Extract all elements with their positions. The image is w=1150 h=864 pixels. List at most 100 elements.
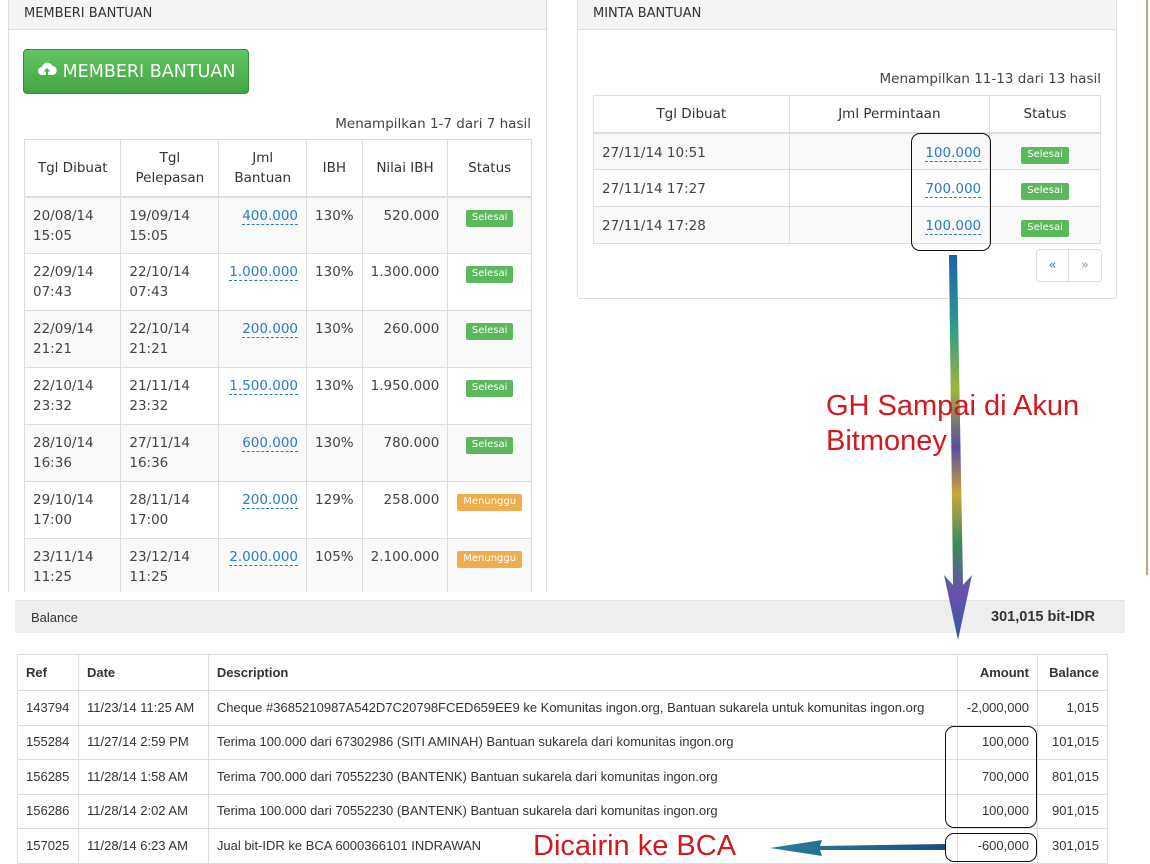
status-cell: Selesai [989,132,1101,170]
created-date: 22/09/14 21:21 [23,310,122,368]
request-help-panel: MINTA BANTUAN Menampilkan 11-13 dari 13 … [577,0,1117,299]
give-help-row: 28/10/14 16:36 27/11/14 16:36 600.000 130% 780… [23,424,532,482]
pagination: « » [1036,249,1102,282]
give-help-row: 23/11/14 11:25 23/12/14 11:25 2.000.000 105% 2… [23,538,532,592]
transactions-header-description: Description [207,654,958,691]
annotation-gh-line1: GH Sampai di Akun [826,390,1080,422]
give-help-row: 22/09/14 07:43 22/10/14 07:43 1.000.000 130% 1… [23,253,532,311]
ibh-percent: 105% [306,538,363,592]
tx-ref: 157025 [17,828,79,864]
request-help-row: 27/11/14 17:27 700.000 Selesai [593,169,1101,207]
transaction-row: 156286 11/28/14 2:02 AM Terima 100.000 dar… [17,793,1109,829]
status-cell: Selesai [989,169,1101,207]
status-cell: Selesai [447,424,532,482]
ibh-value: 1.950.000 [361,367,449,425]
pagination-prev-button[interactable]: « [1036,249,1069,282]
give-help-header-2: Jml Bantuan [218,139,308,198]
give-help-row: 22/09/14 21:21 22/10/14 21:21 200.000 130% 260… [23,310,532,368]
status-badge: Selesai [465,209,514,227]
tx-amount: -2,000,000 [956,690,1038,726]
amount-link[interactable]: 400.000 [242,207,299,225]
ibh-value: 258.000 [361,481,449,539]
release-date: 22/10/14 07:43 [120,253,220,311]
cloud-upload-icon [37,60,57,83]
status-cell: Selesai [989,206,1101,244]
status-badge: Selesai [465,437,514,454]
ibh-value: 520.000 [361,196,449,254]
tx-balance: 301,015 [1036,828,1109,864]
balance-label: Balance [31,610,78,625]
status-cell: Menunggu [447,481,532,539]
highlight-box-request-amounts [911,133,991,251]
tx-date: 11/28/14 1:58 AM [77,759,209,795]
amount-link[interactable]: 1.500.000 [229,378,299,395]
give-help-row: 22/10/14 23:32 21/11/14 23:32 1.500.000 130% 1… [23,367,532,425]
ibh-percent: 130% [306,310,363,368]
created-date: 22/10/14 23:32 [23,367,122,425]
created-date: 23/11/14 11:25 [23,538,122,592]
give-help-header-4: Nilai IBH [361,139,449,198]
amount-cell: 1.500.000 [218,367,308,425]
transaction-row: 156285 11/28/14 1:58 AM Terima 700.000 dar… [17,759,1109,795]
created-date: 20/08/14 15:05 [23,196,122,254]
release-date: 19/09/14 15:05 [120,196,220,254]
tx-date: 11/27/14 2:59 PM [77,724,209,760]
give-help-header-1: Tgl Pelepasan [120,139,220,198]
created-date: 22/09/14 07:43 [23,253,122,311]
request-help-header-0: Tgl Dibuat [593,95,790,134]
status-badge: Menunggu [457,551,523,568]
highlight-box-withdraw-amount [945,833,1037,862]
ibh-percent: 129% [306,481,363,539]
pagination-next-button[interactable]: » [1069,249,1102,282]
status-cell: Selesai [447,367,532,425]
annotation-gh-arrived: GH Sampai di Akun Bitmoney [826,389,1079,459]
release-date: 23/12/14 11:25 [120,538,220,592]
tx-description: Terima 700.000 dari 70552230 (BANTENK) B… [207,759,958,795]
give-help-header-3: IBH [306,139,363,198]
tx-balance: 1,015 [1036,690,1109,726]
page-edge-divider [1146,0,1148,575]
ibh-percent: 130% [306,367,363,425]
status-badge: Selesai [465,380,514,397]
tx-date: 11/23/14 11:25 AM [77,690,209,726]
request-help-panel-title: MINTA BANTUAN [578,0,1116,30]
status-cell: Selesai [447,253,532,311]
status-badge: Selesai [1021,183,1069,200]
tx-balance: 801,015 [1036,759,1109,795]
tx-description: Cheque #3685210987A542D7C20798FCED659EE9… [207,690,958,726]
ibh-percent: 130% [306,196,363,254]
transaction-row: 155284 11/27/14 2:59 PM Terima 100.000 dar… [17,724,1109,760]
release-date: 21/11/14 23:32 [120,367,220,425]
give-help-row: 29/10/14 17:00 28/11/14 17:00 200.000 129% 258… [23,481,532,539]
transactions-header-amount: Amount [956,654,1038,691]
status-badge: Selesai [1021,220,1069,237]
give-help-button[interactable]: MEMBERI BANTUAN [23,49,249,94]
tx-ref: 156286 [17,793,79,829]
transactions-header-date: Date [77,654,209,691]
request-help-row: 27/11/14 10:51 100.000 Selesai [593,132,1101,170]
amount-cell: 1.000.000 [218,253,308,311]
amount-link[interactable]: 200.000 [242,492,299,509]
ibh-percent: 130% [306,424,363,482]
ibh-value: 1.300.000 [361,253,449,311]
amount-cell: 400.000 [218,196,308,254]
amount-link[interactable]: 600.000 [242,435,299,452]
created-date: 27/11/14 17:28 [593,206,790,244]
created-date: 28/10/14 16:36 [23,424,122,482]
give-help-header-5: Status [447,139,532,198]
annotation-gh-line2: Bitmoney [826,425,947,457]
amount-link[interactable]: 1.000.000 [229,264,299,281]
status-badge: Selesai [1021,146,1069,164]
created-date: 27/11/14 17:27 [593,169,790,207]
ibh-value: 2.100.000 [361,538,449,592]
tx-balance: 101,015 [1036,724,1109,760]
status-badge: Selesai [465,323,514,340]
amount-link[interactable]: 2.000.000 [229,549,299,566]
status-cell: Menunggu [447,538,532,592]
give-help-header-0: Tgl Dibuat [23,139,122,198]
amount-link[interactable]: 200.000 [242,321,299,338]
annotation-withdrawn-bca: Dicairin ke BCA [533,830,737,862]
request-help-header-1: Jml Permintaan [788,95,991,134]
status-badge: Selesai [465,266,514,283]
request-help-header-2: Status [989,95,1101,134]
